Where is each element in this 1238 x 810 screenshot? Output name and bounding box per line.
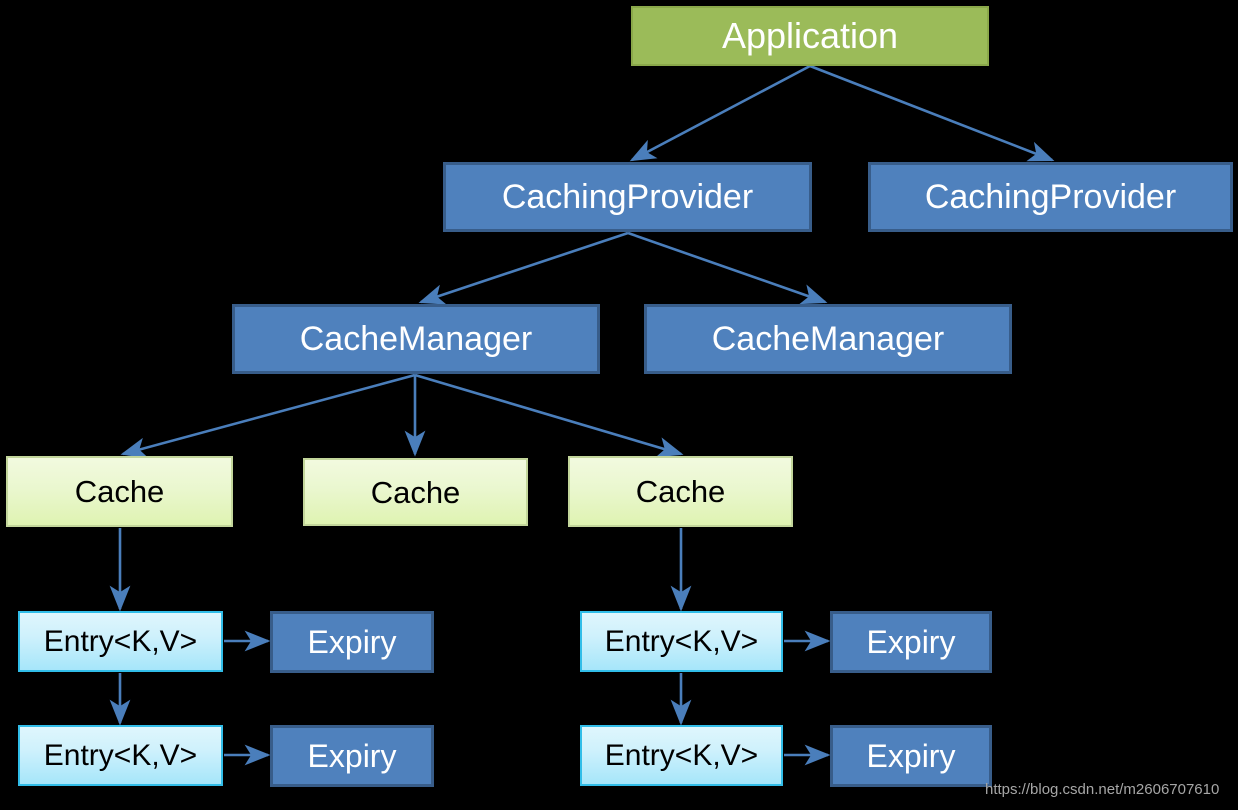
edge-application-to-caching-provider-2 bbox=[809, 64, 1055, 162]
node-expiry-4[interactable]: Expiry bbox=[830, 725, 992, 787]
node-application[interactable]: Application bbox=[631, 6, 989, 66]
diagram-canvas: Application CachingProvider CachingProvi… bbox=[0, 0, 1238, 810]
edge-caching-provider-1-to-cache-manager-2 bbox=[627, 231, 828, 305]
node-caching-provider-2-label: CachingProvider bbox=[924, 178, 1177, 216]
node-cache-manager-1[interactable]: CacheManager bbox=[232, 304, 600, 374]
node-entry-2[interactable]: Entry<K,V> bbox=[580, 611, 783, 672]
node-entry-2-label: Entry<K,V> bbox=[604, 624, 759, 658]
node-entry-3-label: Entry<K,V> bbox=[43, 738, 198, 772]
node-entry-1-label: Entry<K,V> bbox=[43, 624, 198, 658]
arrow-layer bbox=[109, 64, 1055, 766]
node-cache-manager-1-label: CacheManager bbox=[299, 320, 533, 358]
edge-application-to-caching-provider-1 bbox=[629, 64, 811, 162]
node-expiry-3-label: Expiry bbox=[307, 738, 397, 774]
node-entry-3[interactable]: Entry<K,V> bbox=[18, 725, 223, 786]
node-expiry-2-label: Expiry bbox=[866, 624, 956, 660]
node-caching-provider-1-label: CachingProvider bbox=[501, 178, 754, 216]
node-expiry-2[interactable]: Expiry bbox=[830, 611, 992, 673]
node-cache-1-label: Cache bbox=[74, 474, 165, 509]
edge-cache-manager-1-to-cache-1 bbox=[120, 373, 416, 458]
node-expiry-4-label: Expiry bbox=[866, 738, 956, 774]
node-caching-provider-1[interactable]: CachingProvider bbox=[443, 162, 812, 232]
node-expiry-1[interactable]: Expiry bbox=[270, 611, 434, 673]
watermark-url: https://blog.csdn.net/m2606707610 bbox=[985, 781, 1220, 798]
node-entry-4[interactable]: Entry<K,V> bbox=[580, 725, 783, 786]
edge-caching-provider-1-to-cache-manager-1 bbox=[418, 231, 629, 305]
node-expiry-3[interactable]: Expiry bbox=[270, 725, 434, 787]
node-caching-provider-2[interactable]: CachingProvider bbox=[868, 162, 1233, 232]
edge-cache-manager-1-to-cache-3 bbox=[414, 373, 684, 458]
node-cache-2-label: Cache bbox=[370, 474, 461, 510]
node-cache-manager-2-label: CacheManager bbox=[711, 320, 945, 358]
node-cache-2[interactable]: Cache bbox=[303, 458, 528, 526]
node-application-label: Application bbox=[721, 15, 899, 56]
node-entry-1[interactable]: Entry<K,V> bbox=[18, 611, 223, 672]
node-entry-4-label: Entry<K,V> bbox=[604, 738, 759, 772]
node-cache-3-label: Cache bbox=[635, 474, 726, 509]
node-cache-manager-2[interactable]: CacheManager bbox=[644, 304, 1012, 374]
node-cache-1[interactable]: Cache bbox=[6, 456, 233, 527]
node-cache-3[interactable]: Cache bbox=[568, 456, 793, 527]
node-expiry-1-label: Expiry bbox=[307, 624, 397, 660]
